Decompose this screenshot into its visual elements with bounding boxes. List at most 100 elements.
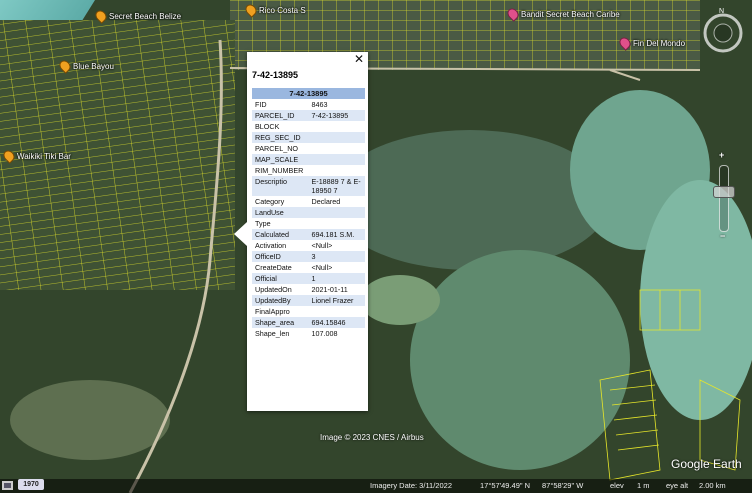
table-row: Shape_area 694.15846 bbox=[252, 317, 365, 328]
zoom-slider-handle[interactable] bbox=[713, 186, 735, 198]
poi-label: Rico Costa S bbox=[259, 5, 306, 15]
table-row: UpdatedBy Lionel Frazer bbox=[252, 295, 365, 306]
table-row: Shape_len 107.008 bbox=[252, 328, 365, 339]
table-row: PARCEL_ID 7-42-13895 bbox=[252, 110, 365, 121]
attribute-value bbox=[309, 218, 366, 229]
table-row: BLOCK bbox=[252, 121, 365, 132]
zoom-out-button[interactable]: − bbox=[720, 231, 725, 241]
table-row: Type bbox=[252, 218, 365, 229]
imagery-copyright: Image © 2023 CNES / Airbus bbox=[320, 433, 424, 442]
table-row: CreateDate <Null> bbox=[252, 262, 365, 273]
poi-marker[interactable]: Blue Bayou bbox=[57, 58, 114, 74]
table-row: Category Declared bbox=[252, 196, 365, 207]
poi-label: Bandit Secret Beach Caribe bbox=[521, 9, 620, 19]
table-row: UpdatedOn 2021-01-11 bbox=[252, 284, 365, 295]
attribute-value: 107.008 bbox=[311, 329, 338, 338]
attribute-key: MAP_SCALE bbox=[252, 154, 309, 165]
table-row: RIM_NUMBER bbox=[252, 165, 365, 176]
popup-title: 7-42-13895 bbox=[252, 70, 299, 80]
table-row: FinalAppro bbox=[252, 306, 365, 317]
compass-icon[interactable]: N bbox=[698, 5, 748, 55]
poi-label: Secret Beach Belize bbox=[109, 11, 182, 21]
location-pin-icon bbox=[505, 6, 521, 22]
attribute-value: 1 bbox=[308, 273, 365, 284]
table-row: Descriptio E-18889 7 & E-18950 7 bbox=[252, 176, 365, 196]
poi-marker[interactable]: Secret Beach Belize bbox=[93, 8, 182, 24]
attribute-key: BLOCK bbox=[255, 122, 280, 131]
attribute-value: 694.181 S.M. bbox=[308, 229, 365, 240]
north-label: N bbox=[719, 8, 724, 15]
table-row: REG_SEC_ID bbox=[252, 132, 365, 143]
zoom-in-button[interactable]: + bbox=[719, 150, 724, 160]
table-row: MAP_SCALE bbox=[252, 154, 365, 165]
attribute-value bbox=[308, 154, 365, 165]
table-row: PARCEL_NO bbox=[252, 143, 365, 154]
attribute-key: CreateDate bbox=[255, 263, 292, 272]
attribute-key: FID bbox=[255, 100, 267, 109]
table-row: OfficeID 3 bbox=[252, 251, 365, 262]
table-header: 7-42-13895 bbox=[252, 88, 365, 99]
latitude: 17°57'49.49" N bbox=[480, 481, 531, 490]
table-row: Activation <Null> bbox=[252, 240, 365, 251]
status-bar: Imagery Date: 3/11/2022 17°57'49.49" N 8… bbox=[0, 479, 752, 493]
attribute-key: Official bbox=[252, 273, 309, 284]
location-pin-icon bbox=[1, 148, 17, 164]
location-pin-icon bbox=[93, 8, 109, 24]
eye-altitude-label: eye alt bbox=[666, 481, 689, 490]
attribute-value bbox=[308, 207, 365, 218]
attribute-key: FinalAppro bbox=[255, 307, 290, 316]
attribute-key: PARCEL_NO bbox=[255, 144, 299, 153]
zoom-slider[interactable] bbox=[719, 165, 729, 232]
poi-marker[interactable]: Fin Del Mondo bbox=[617, 35, 686, 51]
attribute-value: 3 bbox=[308, 251, 365, 262]
satellite-imagery bbox=[0, 0, 752, 493]
attribute-key: Type bbox=[255, 219, 271, 228]
poi-label: Waikiki Tiki Bar bbox=[17, 151, 71, 161]
poi-marker[interactable]: Waikiki Tiki Bar bbox=[1, 148, 71, 164]
table-row: LandUse bbox=[252, 207, 365, 218]
attribute-value bbox=[309, 143, 366, 154]
attribute-value: E-18889 7 & E-18950 7 bbox=[308, 176, 365, 196]
poi-marker[interactable]: Rico Costa S bbox=[243, 2, 306, 18]
attribute-value: <Null> bbox=[311, 241, 333, 250]
elevation-label: elev bbox=[610, 481, 624, 490]
attribute-key: Activation bbox=[255, 241, 287, 250]
attribute-key: UpdatedOn bbox=[255, 285, 292, 294]
imagery-date: Imagery Date: 3/11/2022 bbox=[370, 481, 452, 490]
poi-label: Blue Bayou bbox=[73, 61, 114, 71]
attribute-value bbox=[309, 306, 366, 317]
attribute-key: UpdatedBy bbox=[252, 295, 309, 306]
longitude: 87°58'29" W bbox=[542, 481, 584, 490]
attribute-key: OfficeID bbox=[252, 251, 309, 262]
satellite-map[interactable]: Secret Beach Belize Blue Bayou Waikiki T… bbox=[0, 0, 752, 493]
attribute-key: PARCEL_ID bbox=[252, 110, 309, 121]
table-row: Official 1 bbox=[252, 273, 365, 284]
attribute-value bbox=[309, 165, 366, 176]
attribute-key: Category bbox=[255, 197, 285, 206]
attribute-key: Descriptio bbox=[252, 176, 309, 196]
attribute-key: LandUse bbox=[252, 207, 309, 218]
location-pin-icon bbox=[57, 58, 73, 74]
close-icon[interactable]: ✕ bbox=[354, 52, 364, 66]
poi-marker[interactable]: Bandit Secret Beach Caribe bbox=[505, 6, 620, 22]
attribute-value: 2021-01-11 bbox=[311, 285, 348, 294]
attribute-value: 8463 bbox=[311, 100, 328, 109]
attribute-key: Shape_area bbox=[252, 317, 309, 328]
attribute-value: Declared bbox=[311, 197, 341, 206]
poi-label: Fin Del Mondo bbox=[633, 38, 686, 48]
attribute-table: 7-42-13895 FID 8463 PARCEL_ID 7-42-13895 BLO… bbox=[252, 88, 365, 339]
attribute-value: 694.15846 bbox=[308, 317, 365, 328]
location-pin-icon bbox=[243, 2, 259, 18]
elevation-value: 1 m bbox=[637, 481, 650, 490]
attribute-key: Shape_len bbox=[255, 329, 290, 338]
attribute-value: Lionel Frazer bbox=[308, 295, 365, 306]
historical-imagery-icon[interactable] bbox=[2, 481, 13, 490]
historical-year-badge[interactable]: 1970 bbox=[18, 479, 44, 490]
attribute-value: <Null> bbox=[311, 263, 333, 272]
attribute-key: Calculated bbox=[252, 229, 309, 240]
google-earth-logo: Google Earth bbox=[671, 457, 742, 471]
eye-altitude-value: 2.00 km bbox=[699, 481, 726, 490]
attribute-value bbox=[308, 132, 365, 143]
table-row: FID 8463 bbox=[252, 99, 365, 110]
attribute-value bbox=[309, 121, 366, 132]
